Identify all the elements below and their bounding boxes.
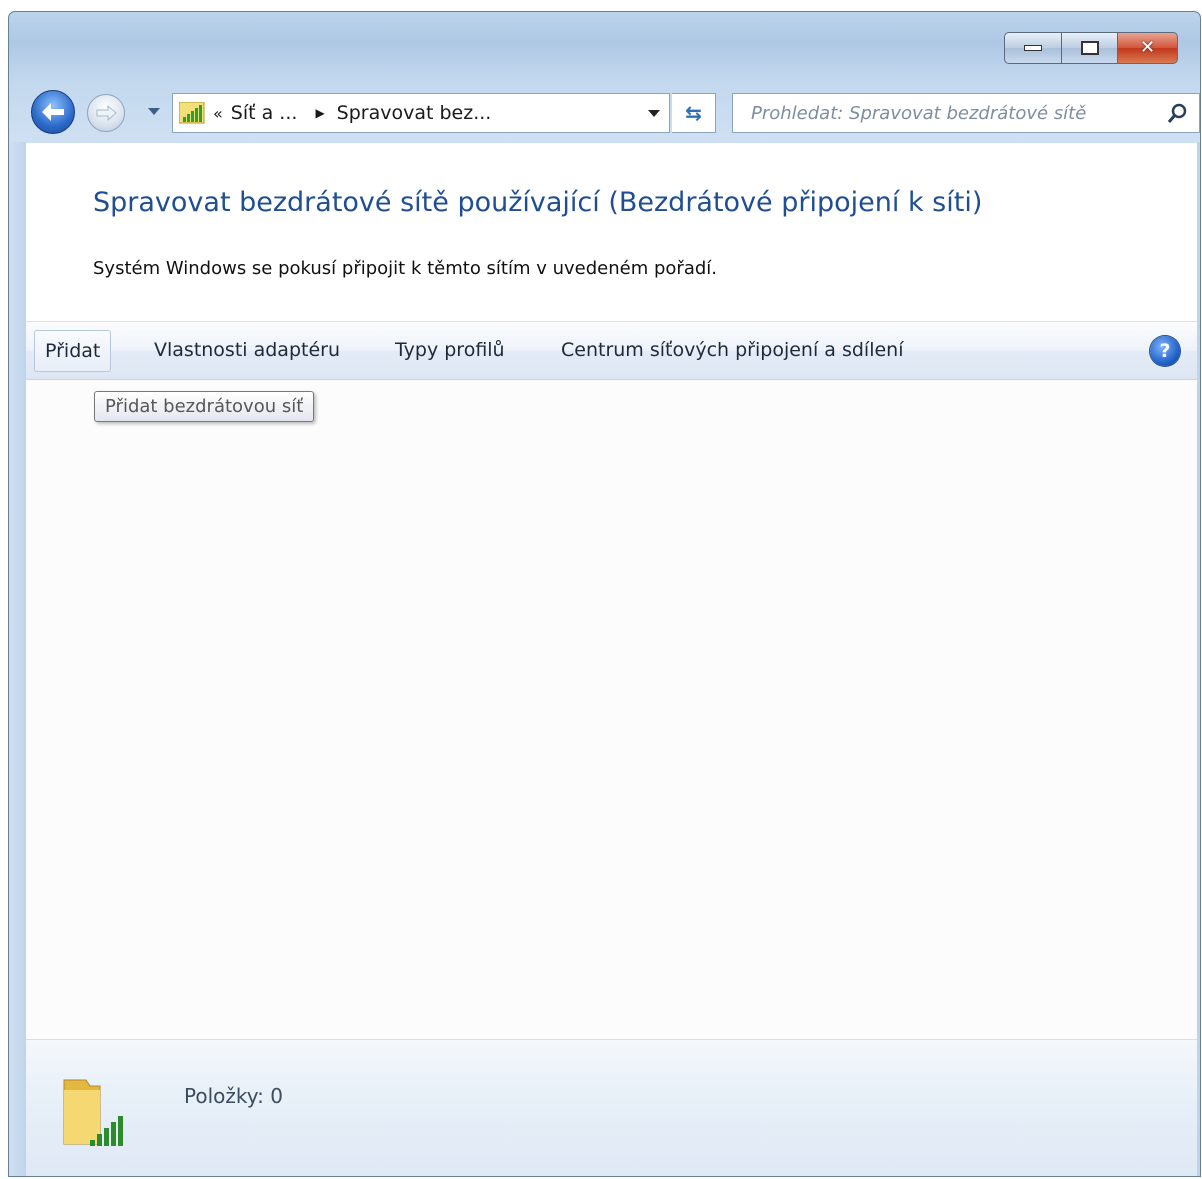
refresh-button[interactable]: ⇆ (672, 93, 716, 133)
close-button[interactable]: ✕ (1118, 32, 1178, 64)
maximize-icon (1080, 41, 1099, 55)
search-placeholder: Prohledat: Spravovat bezdrátové sítě (751, 103, 1087, 124)
address-dropdown-button[interactable] (639, 94, 669, 132)
breadcrumb-overflow-chevron[interactable]: « (213, 104, 223, 123)
command-bar: Přidat Vlastnosti adaptéru Typy profilů … (26, 321, 1197, 380)
help-icon[interactable]: ? (1150, 336, 1180, 366)
address-bar[interactable]: « Síť a ... ▶ Spravovat bez... (172, 93, 670, 133)
window-frame-right (1197, 142, 1200, 1176)
add-tooltip: Přidat bezdrátovou síť (94, 391, 315, 422)
recent-pages-dropdown[interactable] (148, 108, 160, 115)
chevron-down-icon (648, 109, 660, 117)
profile-types-button[interactable]: Typy profilů (385, 330, 515, 372)
navigation-bar: « Síť a ... ▶ Spravovat bez... ⇆ Prohled… (31, 84, 1200, 134)
window-frame-left (9, 142, 26, 1176)
back-arrow-icon (42, 103, 64, 121)
details-pane: Položky: 0 (26, 1039, 1197, 1176)
search-input[interactable]: Prohledat: Spravovat bezdrátové sítě (732, 93, 1200, 133)
wireless-folder-icon (63, 1079, 123, 1146)
network-sharing-center-button[interactable]: Centrum síťových připojení a sdílení (551, 330, 914, 372)
breadcrumb-separator-icon[interactable]: ▶ (315, 106, 324, 120)
back-button[interactable] (31, 90, 75, 134)
search-icon[interactable] (1167, 102, 1189, 124)
forward-button[interactable] (87, 94, 125, 132)
breadcrumb-item-network[interactable]: Síť a ... (231, 102, 298, 124)
close-icon: ✕ (1139, 37, 1156, 58)
minimize-button[interactable] (1004, 32, 1062, 64)
forward-arrow-icon (96, 104, 117, 122)
explorer-window: ✕ « Síť a ... ▶ Spravovat bez... ⇆ Prohl… (8, 11, 1201, 1177)
network-list[interactable]: Přidat bezdrátovou síť (26, 380, 1197, 1040)
items-count: Položky: 0 (184, 1084, 283, 1108)
page-title: Spravovat bezdrátové sítě používající (B… (93, 187, 983, 218)
adapter-properties-button[interactable]: Vlastnosti adaptéru (144, 330, 350, 372)
refresh-icon: ⇆ (685, 101, 702, 125)
network-signal-icon (179, 102, 205, 124)
minimize-icon (1024, 45, 1042, 51)
maximize-button[interactable] (1062, 32, 1118, 64)
page-description: Systém Windows se pokusí připojit k těmt… (93, 258, 718, 279)
breadcrumb-item-manage[interactable]: Spravovat bez... (337, 102, 492, 124)
header-panel: Spravovat bezdrátové sítě používající (B… (26, 143, 1197, 321)
caption-buttons: ✕ (1004, 32, 1178, 64)
add-button[interactable]: Přidat (34, 330, 112, 372)
